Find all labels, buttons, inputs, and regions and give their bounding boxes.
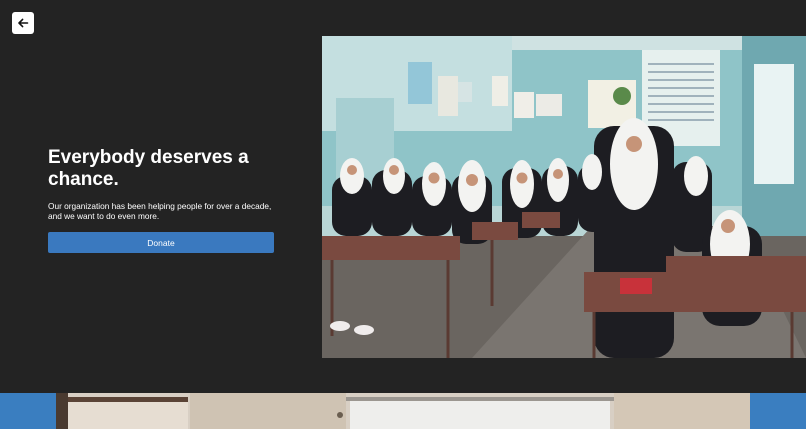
arrow-left-icon (18, 18, 29, 28)
hero-copy: Everybody deserves a chance. Our organiz… (48, 147, 288, 253)
classroom-photo-partial (0, 393, 806, 429)
hero-headline: Everybody deserves a chance. (48, 147, 249, 190)
donate-button[interactable]: Donate (48, 232, 274, 253)
classroom-photo (322, 36, 806, 358)
hero-body-text: Our organization has been helping people… (48, 201, 272, 221)
hero-section: Everybody deserves a chance. Our organiz… (0, 0, 806, 393)
back-button[interactable] (12, 12, 34, 34)
